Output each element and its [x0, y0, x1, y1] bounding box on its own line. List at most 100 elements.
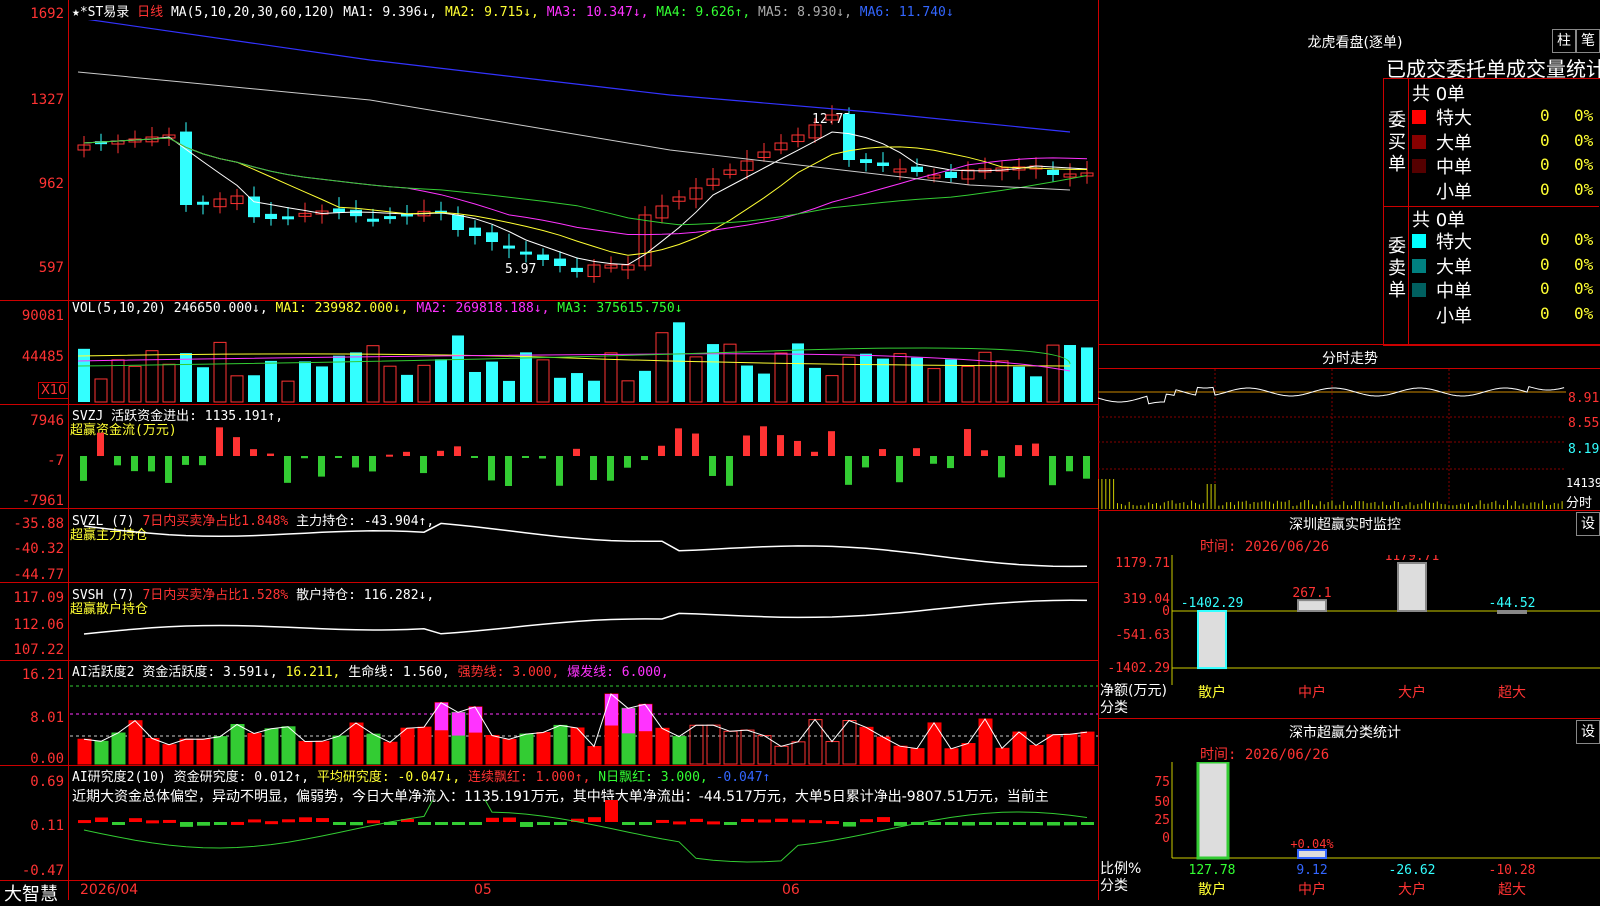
- sz-time: 时间: 2026/06/26: [1200, 539, 1330, 555]
- tick-mode-button[interactable]: 笔: [1576, 29, 1600, 53]
- lhkp-title: 龙虎看盘(逐单): [1307, 35, 1403, 51]
- fszs-ytick: 分时: [1566, 496, 1593, 511]
- vol-bar: [741, 365, 753, 402]
- ai2-line: [83, 800, 1088, 863]
- sz-bar-label: -1402.29: [1181, 596, 1244, 611]
- sell-row-name: 大单: [1436, 256, 1472, 278]
- sell-row-count: 0: [1540, 254, 1550, 274]
- bar-mode-button[interactable]: 柱: [1552, 29, 1576, 53]
- ss-time: 时间: 2026/06/26: [1200, 747, 1330, 763]
- ai1-bar: [502, 738, 517, 765]
- volume-chart[interactable]: [70, 316, 1098, 404]
- ai2-bar: [333, 822, 346, 825]
- vol-bar: [401, 374, 413, 402]
- vol-bar: [383, 365, 397, 403]
- ss-stat-chart[interactable]: 75 50 25 0 +0.04% 127.78 9.12 -26.62 -10.28 散户 中户 大…: [1098, 762, 1600, 900]
- ss-category: 中户: [1298, 881, 1326, 898]
- ai2-p1: 资金研究度: 0.012↑,: [173, 770, 310, 785]
- svzj-bar: [879, 449, 886, 456]
- buy-swatch-1: [1412, 134, 1426, 149]
- ai1-bar: [1029, 744, 1044, 765]
- vol-bar: [145, 350, 159, 403]
- vol-bar: [162, 363, 176, 403]
- ai2-bar: [95, 817, 108, 822]
- ss-settings-button[interactable]: 设: [1576, 720, 1600, 744]
- vol-bar: [520, 352, 532, 402]
- ma2-value: MA2: 9.715↓,: [444, 5, 539, 20]
- intraday-chart[interactable]: [1098, 369, 1566, 509]
- ai1-bar: [281, 726, 296, 765]
- sell-row-pct: 0%: [1574, 230, 1594, 249]
- ai1-bar: [995, 747, 1010, 765]
- sz-category: 大户: [1398, 684, 1426, 700]
- vol-ma2: MA2: 269818.188↓,: [416, 301, 550, 316]
- vol-unit-badge: X10: [38, 382, 70, 399]
- price-candle: [503, 245, 515, 249]
- ai2-bar: [503, 817, 516, 822]
- ai1-bar: [1012, 731, 1027, 765]
- vol-header: VOL(5,10,20) 246650.000↓, MA1: 239982.00…: [72, 301, 683, 316]
- svzj-bar: [369, 456, 376, 472]
- svsh-chart[interactable]: [70, 582, 1098, 660]
- svzj-bar: [981, 450, 988, 456]
- ss-ytick: 25: [1154, 813, 1170, 828]
- svzj-bar: [437, 450, 444, 456]
- vol-bar: [825, 375, 839, 403]
- ai2-p3: 连续飘红: 1.000↑,: [468, 770, 591, 785]
- vol-bar: [673, 322, 685, 402]
- price-chart[interactable]: [70, 20, 1098, 300]
- svzj-ytick: -7961: [21, 493, 64, 509]
- ai2-bar: [1030, 822, 1043, 826]
- ai1-bar: [1080, 731, 1095, 765]
- svzl-ytick: -40.32: [13, 541, 64, 557]
- svzj-bar: [556, 456, 563, 486]
- svzj-bar: [199, 456, 206, 466]
- ai1-bar: [298, 740, 313, 765]
- svzj-chart[interactable]: [70, 404, 1098, 508]
- ai1-chart[interactable]: [70, 676, 1098, 765]
- ai2-bar: [520, 822, 533, 827]
- ai1-bar: [1046, 734, 1061, 765]
- svzj-bar: [1032, 443, 1039, 456]
- sz-monitor-chart[interactable]: 1179.71319.040-541.63-1402.29-1402.29267…: [1098, 555, 1600, 700]
- buy-row-count: 0: [1540, 106, 1550, 125]
- ai2-bar: [588, 817, 601, 822]
- vol-bar: [197, 367, 209, 402]
- vol-bar: [111, 359, 125, 403]
- ss-ytick: 50: [1154, 795, 1170, 810]
- ai1-bar: [740, 729, 755, 765]
- price-candle: [537, 254, 549, 260]
- ss-value: -10.28: [1489, 863, 1536, 878]
- svzj-bar: [250, 449, 257, 456]
- brand-logo[interactable]: 大智慧: [4, 880, 58, 906]
- ai2-chart[interactable]: [70, 800, 1098, 880]
- period-label[interactable]: 日线: [137, 5, 163, 20]
- fszs-ytick: 8.55: [1568, 416, 1600, 431]
- buy-swatch-0: [1412, 110, 1426, 124]
- svzj-bar: [1066, 456, 1073, 472]
- sell-row-pct: 0%: [1574, 254, 1594, 274]
- svsh-line: [83, 599, 1088, 635]
- ss-ytick: 0: [1162, 831, 1170, 846]
- ai2-bar: [435, 822, 448, 825]
- vol-bar: [1046, 344, 1060, 403]
- buy-row-name: 小单: [1436, 181, 1472, 203]
- stock-name[interactable]: ★*ST易录: [72, 5, 129, 20]
- vol-bar: [689, 356, 703, 403]
- buy-row-count: 0: [1540, 130, 1550, 150]
- ai1-bar: [757, 735, 772, 765]
- fszs-ytick: 14139: [1566, 476, 1600, 490]
- ai1-bar: [349, 722, 364, 765]
- price-candle: [860, 159, 872, 163]
- ai1-bar: [196, 738, 211, 765]
- sz-settings-button[interactable]: 设: [1576, 512, 1600, 536]
- ai1-bar-top: [452, 712, 465, 736]
- sz-category: 中户: [1298, 684, 1326, 700]
- svzj-bar: [624, 456, 631, 468]
- vol-bar: [435, 359, 447, 402]
- ai1-bar: [383, 741, 398, 765]
- sell-row-count: 0: [1540, 279, 1550, 298]
- price-candle: [520, 251, 532, 255]
- svzl-chart[interactable]: [70, 508, 1098, 582]
- svzj-bar: [131, 456, 138, 472]
